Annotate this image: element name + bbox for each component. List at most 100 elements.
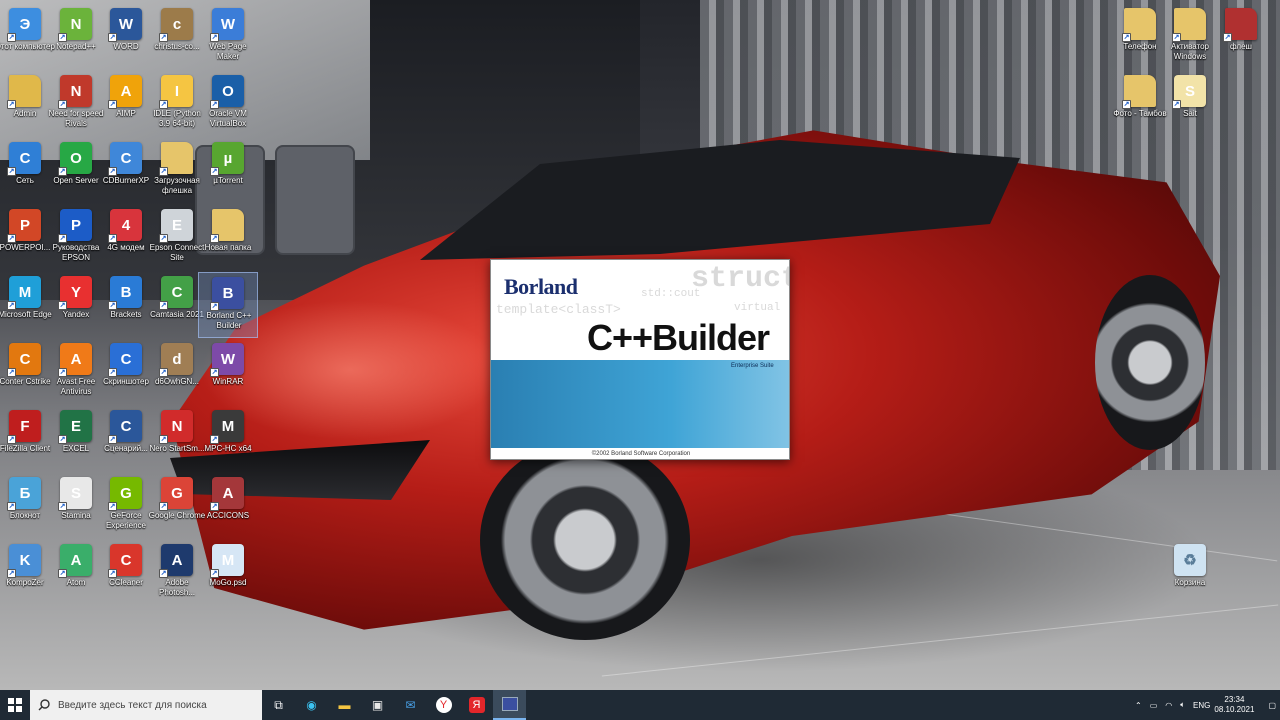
- powerpoint-icon: P ↗: [7, 209, 41, 243]
- yandex-browser-icon: Y ↗: [58, 276, 92, 310]
- folder-icon: ↗: [1122, 75, 1156, 109]
- wallpaper-floor-line: [601, 604, 1279, 677]
- desktop-icon-label: MPC-HC x64: [204, 444, 252, 453]
- desktop-icon-recycle-bin[interactable]: ♻ Корзина: [1160, 540, 1220, 606]
- notifications-icon[interactable]: ▢: [1268, 701, 1276, 710]
- psd-file-icon: M ↗: [210, 544, 244, 578]
- shortcut-arrow-icon: ↗: [7, 502, 16, 511]
- desktop-icon-label: Корзина: [1174, 578, 1206, 587]
- taskbar-mail[interactable]: ✉: [394, 690, 427, 720]
- desktop-icon-access[interactable]: A ↗ ACCICONS: [198, 473, 258, 539]
- desktop-icon-webpage-maker[interactable]: W ↗ Web Page Maker: [198, 4, 258, 70]
- desktop: Э ↗ Этот компьютер N ↗ Notepad++ W ↗ WORD c ↗ chris…: [0, 0, 1280, 690]
- folder-icon: ↗: [1122, 8, 1156, 42]
- tray-volume-icon[interactable]: 🔈︎: [1180, 700, 1185, 710]
- search-placeholder: Введите здесь текст для поиска: [58, 699, 207, 711]
- user-folder-icon: ↗: [7, 75, 41, 109]
- webpage-maker-icon: W ↗: [210, 8, 244, 42]
- shortcut-arrow-icon: ↗: [159, 502, 168, 511]
- mail-icon: ✉: [405, 698, 416, 712]
- store-icon: ▣: [371, 698, 384, 712]
- cpp-builder-icon: [501, 697, 518, 711]
- shortcut-arrow-icon: ↗: [210, 33, 219, 42]
- shortcut-arrow-icon: ↗: [108, 502, 117, 511]
- taskbar-store[interactable]: ▣: [361, 690, 394, 720]
- stamina-icon: S ↗: [58, 477, 92, 511]
- splash-ghost-code: struct{: [691, 262, 789, 296]
- splash-top: std::cout struct{ virtual template<class…: [491, 260, 789, 360]
- word-doc-icon: С ↗: [108, 410, 142, 444]
- taskbar-cpp-builder[interactable]: [493, 690, 526, 720]
- shortcut-arrow-icon: ↗: [210, 167, 219, 176]
- shortcut-arrow-icon: ↗: [1122, 33, 1131, 42]
- file-explorer-icon: ▬: [338, 698, 351, 712]
- taskbar: Введите здесь текст для поиска ⧉ ◉ ▬ ▣ ✉…: [0, 690, 1280, 720]
- tray-wifi-icon[interactable]: ◠: [1165, 701, 1172, 710]
- access-icon: A ↗: [210, 477, 244, 511]
- taskbar-search-box[interactable]: Введите здесь текст для поиска: [30, 690, 262, 720]
- brackets-icon: B ↗: [108, 276, 142, 310]
- splash-edition: Enterprise Suite: [731, 363, 774, 369]
- splash-band: 6: [491, 360, 789, 459]
- wallpaper-chair: [275, 145, 355, 255]
- virtualbox-icon: O ↗: [210, 75, 244, 109]
- word-icon: W ↗: [108, 8, 142, 42]
- desktop-icon-virtualbox[interactable]: O ↗ Oracle VM VirtualBox: [198, 71, 258, 137]
- shortcut-arrow-icon: ↗: [1223, 33, 1232, 42]
- desktop-icon-mpc-hc[interactable]: M ↗ MPC-HC x64: [198, 406, 258, 472]
- start-button[interactable]: [0, 690, 30, 720]
- shortcut-arrow-icon: ↗: [108, 167, 117, 176]
- shortcut-arrow-icon: ↗: [159, 435, 168, 444]
- splash-copyright: ©2002 Borland Software Corporation: [491, 448, 789, 459]
- desktop-icon-folder[interactable]: ↗ флеш: [1211, 4, 1271, 70]
- shortcut-arrow-icon: ↗: [1172, 100, 1181, 109]
- winrar-icon: W ↗: [210, 343, 244, 377]
- tray-language[interactable]: ENG: [1193, 701, 1210, 710]
- desktop-icon-file[interactable]: S ↗ Sait: [1160, 71, 1220, 137]
- shortcut-arrow-icon: ↗: [159, 167, 168, 176]
- task-view-icon: ⧉: [274, 697, 283, 712]
- taskbar-yandex[interactable]: Я: [460, 690, 493, 720]
- task-view-button[interactable]: ⧉: [262, 690, 295, 720]
- taskbar-file-explorer[interactable]: ▬: [328, 690, 361, 720]
- edge-icon: ◉: [306, 698, 317, 712]
- cpp-builder-splash: std::cout struct{ virtual template<class…: [490, 259, 790, 460]
- shortcut-arrow-icon: ↗: [108, 301, 117, 310]
- nfs-icon: N ↗: [58, 75, 92, 109]
- desktop-icon-cpp-builder[interactable]: B ↗ Borland C++ Builder: [198, 272, 258, 338]
- desktop-icon-psd-file[interactable]: M ↗ MoGo.psd: [198, 540, 258, 606]
- chrome-icon: G ↗: [159, 477, 193, 511]
- shortcut-arrow-icon: ↗: [108, 368, 117, 377]
- shortcut-arrow-icon: ↗: [210, 234, 219, 243]
- shortcut-arrow-icon: ↗: [159, 234, 168, 243]
- taskbar-yandex-browser[interactable]: Y: [427, 690, 460, 720]
- shortcut-arrow-icon: ↗: [58, 33, 67, 42]
- desktop-icon-folder[interactable]: ↗ Новая папка: [198, 205, 258, 271]
- shortcut-arrow-icon: ↗: [58, 100, 67, 109]
- desktop-icon-winrar[interactable]: W ↗ WinRAR: [198, 339, 258, 405]
- folder-icon: ↗: [1172, 8, 1206, 42]
- shortcut-arrow-icon: ↗: [159, 368, 168, 377]
- shortcut-arrow-icon: ↗: [7, 301, 16, 310]
- edge-icon: M ↗: [7, 276, 41, 310]
- nvidia-icon: G ↗: [108, 477, 142, 511]
- desktop-icon-utorrent[interactable]: µ ↗ µTorrent: [198, 138, 258, 204]
- excel-icon: E ↗: [58, 410, 92, 444]
- tray-date: 08.10.2021: [1214, 705, 1255, 714]
- tray-chevron-up-icon[interactable]: ⌃: [1135, 701, 1142, 710]
- taskbar-edge[interactable]: ◉: [295, 690, 328, 720]
- mpc-hc-icon: M ↗: [210, 410, 244, 444]
- shortcut-arrow-icon: ↗: [159, 569, 168, 578]
- photoshop-icon: A ↗: [159, 544, 193, 578]
- windows-logo-icon: [8, 698, 22, 712]
- tray-network-icon[interactable]: ▭: [1150, 701, 1158, 710]
- shortcut-arrow-icon: ↗: [58, 569, 67, 578]
- atom-icon: A ↗: [58, 544, 92, 578]
- desktop-icon-label: Sait: [1183, 109, 1197, 118]
- folder-icon: ↗: [210, 209, 244, 243]
- folder-icon: ↗: [1223, 8, 1257, 42]
- shortcut-arrow-icon: ↗: [7, 167, 16, 176]
- splash-product: C++Builder: [587, 317, 770, 358]
- tray-clock[interactable]: 23:34 08.10.2021: [1214, 695, 1254, 715]
- yandex-icon: Я: [468, 697, 485, 713]
